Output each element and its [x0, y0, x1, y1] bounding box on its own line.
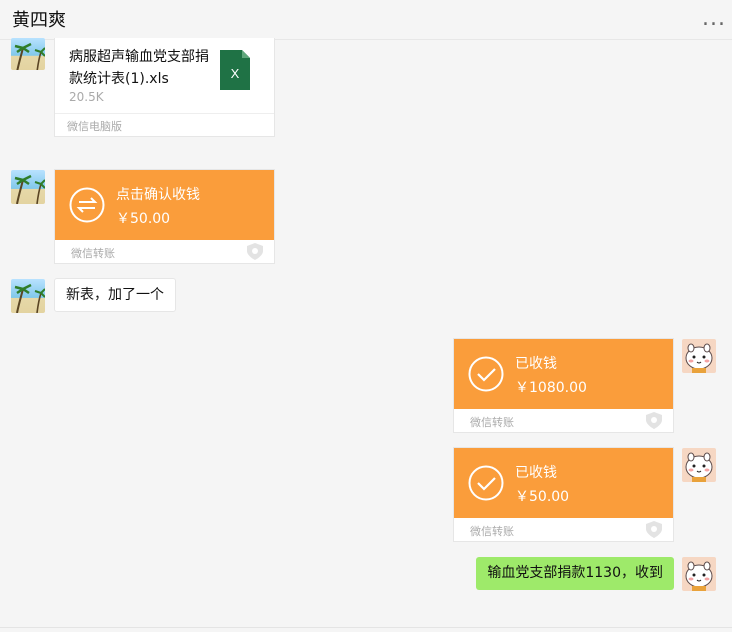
contact-avatar[interactable]: [11, 38, 45, 70]
transfer-title: 已收钱: [515, 465, 557, 481]
transfer-header: 已收钱 ￥1080.00: [454, 339, 673, 409]
transfer-footer: 微信转账: [454, 409, 673, 432]
transfer-message-received[interactable]: 已收钱 ￥1080.00 微信转账: [453, 338, 674, 433]
divider: [0, 627, 732, 628]
transfer-header: 点击确认收钱 ￥50.00: [55, 170, 274, 240]
transfer-amount: ￥50.00: [515, 489, 570, 505]
file-message[interactable]: 病服超声输血党支部捐款统计表(1).xls 20.5K X 微信电脑版: [54, 38, 275, 137]
transfer-message-pending[interactable]: 点击确认收钱 ￥50.00 微信转账: [54, 169, 275, 264]
excel-icon-letter: X: [231, 66, 240, 81]
transfer-source-label: 微信转账: [470, 525, 514, 538]
check-circle-icon: [468, 356, 504, 392]
self-avatar[interactable]: [682, 339, 716, 373]
self-avatar[interactable]: [682, 557, 716, 591]
transfer-title: 点击确认收钱: [116, 187, 200, 203]
transfer-amount: ￥1080.00: [515, 380, 587, 396]
chat-header: 黄四爽 ...: [0, 0, 732, 40]
contact-name: 黄四爽: [12, 10, 66, 31]
file-footer: 微信电脑版: [55, 113, 274, 136]
shield-icon: [646, 412, 662, 429]
more-options-icon[interactable]: ...: [702, 6, 726, 31]
transfer-arrows-icon: [69, 187, 105, 223]
transfer-source-label: 微信转账: [470, 416, 514, 429]
file-source-label: 微信电脑版: [67, 120, 122, 133]
contact-avatar[interactable]: [11, 170, 45, 204]
excel-file-icon: X: [220, 50, 250, 90]
self-avatar[interactable]: [682, 448, 716, 482]
text-message[interactable]: 新表，加了一个: [54, 278, 176, 312]
transfer-source-label: 微信转账: [71, 247, 115, 260]
file-size: 20.5K: [69, 90, 104, 104]
transfer-footer: 微信转账: [454, 518, 673, 541]
transfer-amount: ￥50.00: [116, 211, 171, 227]
shield-icon: [247, 243, 263, 260]
file-name: 病服超声输血党支部捐款统计表(1).xls: [69, 49, 209, 87]
check-circle-icon: [468, 465, 504, 501]
transfer-footer: 微信转账: [55, 240, 274, 263]
text-message[interactable]: 输血党支部捐款1130，收到: [476, 557, 674, 590]
transfer-message-received[interactable]: 已收钱 ￥50.00 微信转账: [453, 447, 674, 542]
shield-icon: [646, 521, 662, 538]
transfer-header: 已收钱 ￥50.00: [454, 448, 673, 518]
contact-avatar[interactable]: [11, 279, 45, 313]
transfer-title: 已收钱: [515, 356, 557, 372]
